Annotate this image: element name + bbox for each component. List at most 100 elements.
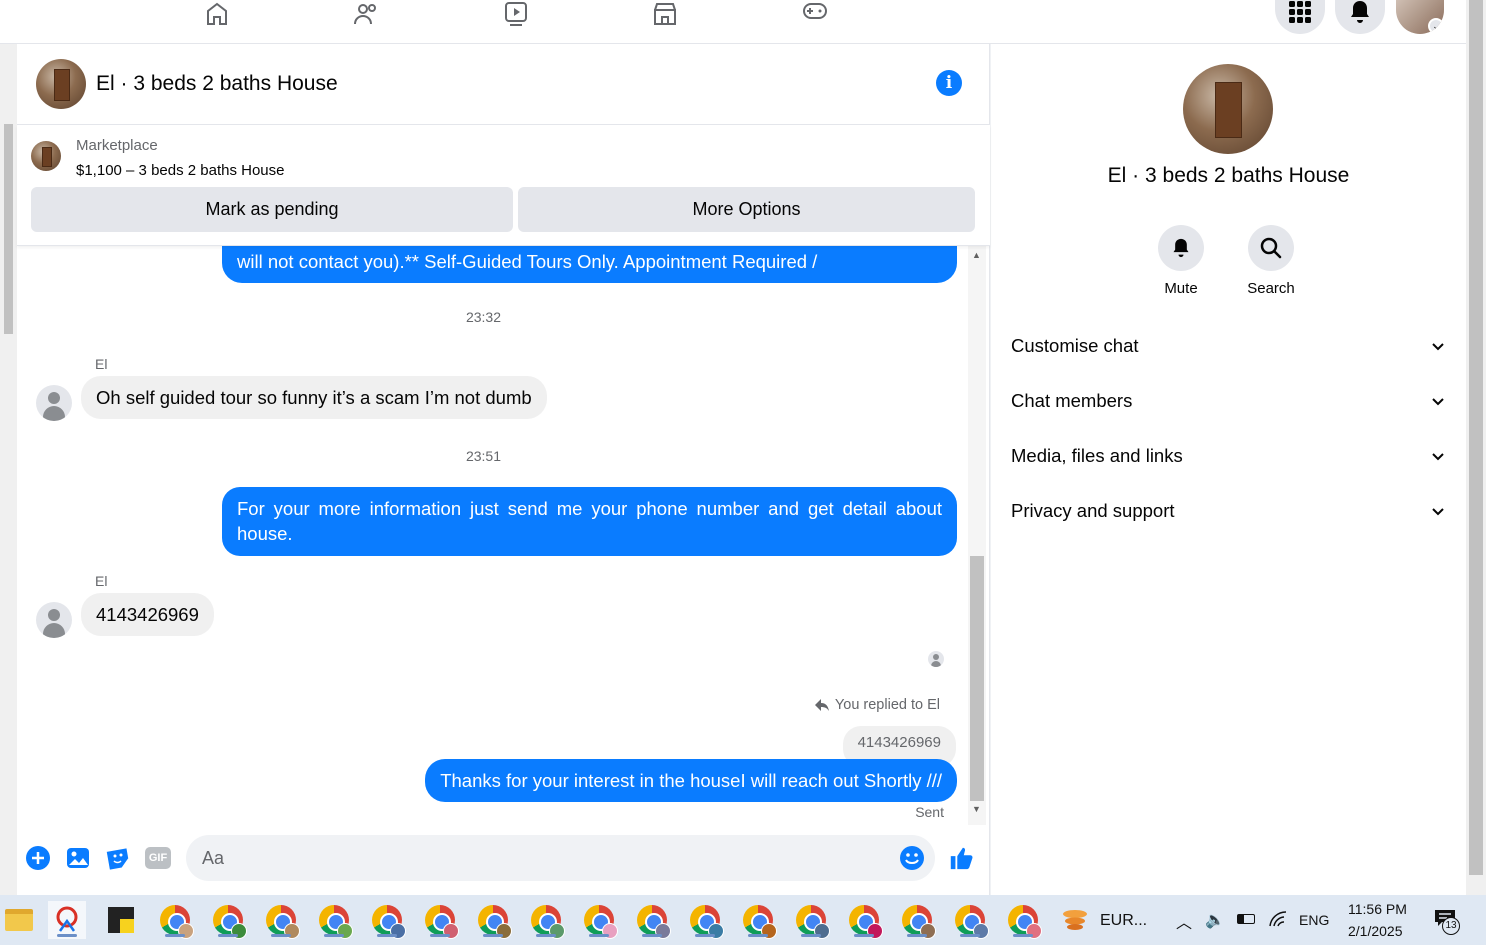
listing-thumbnail[interactable] — [31, 141, 61, 171]
more-options-button[interactable]: More Options — [518, 187, 975, 232]
message-incoming[interactable]: 4143426969 — [81, 593, 214, 636]
seen-receipt-avatar — [928, 651, 944, 667]
notification-center-icon[interactable]: 13 — [1434, 909, 1460, 935]
scroll-down-arrow-icon[interactable]: ▼ — [972, 804, 981, 814]
sticky-notes-icon[interactable] — [102, 901, 140, 939]
battery-icon[interactable] — [1237, 914, 1255, 924]
search-label: Search — [1247, 280, 1295, 297]
user-avatar[interactable] — [36, 385, 72, 421]
menu-grid-icon[interactable] — [1275, 0, 1325, 34]
chrome-profile-icon[interactable] — [156, 901, 194, 939]
message-input[interactable] — [186, 835, 935, 881]
scrollbar-thumb[interactable] — [4, 124, 13, 334]
sender-name: El — [95, 356, 108, 372]
chrome-profile-icon[interactable] — [209, 901, 247, 939]
chrome-profile-icon[interactable] — [262, 901, 300, 939]
message-outgoing[interactable]: Thanks for your interest in the houseI w… — [425, 759, 957, 802]
snipping-tool-icon[interactable] — [48, 901, 86, 939]
reply-note: You replied to El — [814, 697, 940, 713]
bell-icon[interactable] — [1158, 225, 1204, 271]
mark-as-pending-button[interactable]: Mark as pending — [31, 187, 513, 232]
conversation-avatar-large[interactable] — [1183, 64, 1273, 154]
chevron-down-icon — [1432, 398, 1444, 406]
chevron-down-icon — [1432, 343, 1444, 351]
mute-label: Mute — [1164, 280, 1198, 297]
search-icon[interactable] — [1248, 225, 1294, 271]
chrome-profile-icon[interactable] — [368, 901, 406, 939]
marketplace-icon[interactable] — [645, 0, 685, 30]
media-files-links-row[interactable]: Media, files and links — [1011, 441, 1446, 471]
chrome-profile-icon[interactable] — [951, 901, 989, 939]
chrome-profile-icon[interactable] — [315, 901, 353, 939]
reply-arrow-icon — [814, 699, 829, 711]
chat-window: El · 3 beds 2 baths House i Marketplace … — [17, 44, 990, 895]
row-label: Privacy and support — [1011, 500, 1175, 521]
chrome-profile-icon[interactable] — [686, 901, 724, 939]
home-icon[interactable] — [197, 0, 237, 30]
chat-title[interactable]: El · 3 beds 2 baths House — [96, 72, 338, 96]
page-scrollbar[interactable] — [1466, 0, 1486, 895]
chrome-profile-icon[interactable] — [474, 901, 512, 939]
listing-title[interactable]: $1,100 – 3 beds 2 baths House — [76, 162, 285, 179]
clock-date[interactable]: 2/1/2025 — [1348, 923, 1403, 939]
message-list: will not contact you).** Self-Guided Tou… — [17, 246, 990, 825]
composer: GIF — [17, 825, 990, 895]
conversation-details-panel: El · 3 beds 2 baths House Mute Search Cu… — [991, 44, 1466, 895]
weather-icon[interactable] — [1056, 901, 1094, 939]
chrome-profile-icon[interactable] — [898, 901, 936, 939]
marketplace-label: Marketplace — [76, 137, 158, 154]
notification-count-badge: 13 — [1442, 917, 1460, 935]
like-thumb-icon[interactable] — [948, 845, 974, 871]
search-button[interactable]: Search — [1231, 225, 1311, 297]
chevron-down-icon[interactable]: ⌄ — [1428, 18, 1444, 34]
sticker-icon[interactable] — [105, 845, 131, 871]
file-explorer-icon[interactable] — [0, 901, 38, 939]
timestamp: 23:32 — [465, 309, 502, 325]
panel-title: El · 3 beds 2 baths House — [1107, 164, 1350, 187]
page-left-scrollbar[interactable] — [0, 44, 17, 895]
chrome-profile-icon[interactable] — [1004, 901, 1042, 939]
profile-avatar[interactable]: ⌄ — [1396, 0, 1444, 34]
clock-time[interactable]: 11:56 PM — [1348, 901, 1407, 917]
chat-members-row[interactable]: Chat members — [1011, 386, 1446, 416]
weather-text[interactable]: EUR... — [1100, 912, 1147, 930]
message-outgoing[interactable]: For your more information just send me y… — [222, 487, 957, 556]
customise-chat-row[interactable]: Customise chat — [1011, 331, 1446, 361]
notifications-bell-icon[interactable] — [1335, 0, 1385, 34]
conversation-avatar[interactable] — [36, 59, 86, 109]
emoji-icon[interactable] — [899, 845, 925, 871]
messages-scrollbar[interactable]: ▲ ▼ — [968, 246, 986, 825]
chrome-profile-icon[interactable] — [527, 901, 565, 939]
top-navigation: ⌄ — [0, 0, 1466, 44]
scroll-up-arrow-icon[interactable]: ▲ — [972, 250, 981, 260]
chrome-profile-icon[interactable] — [421, 901, 459, 939]
video-icon[interactable] — [496, 0, 536, 30]
volume-icon[interactable]: 🔈 — [1205, 910, 1225, 930]
chevron-down-icon — [1432, 508, 1444, 516]
row-label: Customise chat — [1011, 335, 1139, 356]
chrome-profile-icon[interactable] — [845, 901, 883, 939]
message-incoming[interactable]: Oh self guided tour so funny it’s a scam… — [81, 376, 547, 419]
plus-icon[interactable] — [25, 845, 51, 871]
gif-icon[interactable]: GIF — [145, 845, 171, 871]
user-avatar[interactable] — [36, 602, 72, 638]
chrome-profile-icon[interactable] — [580, 901, 618, 939]
mute-button[interactable]: Mute — [1141, 225, 1221, 297]
reply-note-text: You replied to El — [834, 697, 940, 713]
wifi-icon[interactable] — [1268, 910, 1288, 928]
chrome-profile-icon[interactable] — [633, 901, 671, 939]
chat-header: El · 3 beds 2 baths House i — [17, 44, 990, 125]
scrollbar-thumb[interactable] — [970, 556, 984, 801]
chrome-profile-icon[interactable] — [739, 901, 777, 939]
message-outgoing[interactable]: will not contact you).** Self-Guided Tou… — [222, 246, 957, 283]
gaming-icon[interactable] — [795, 0, 835, 30]
info-icon[interactable]: i — [936, 70, 962, 96]
marketplace-banner: Marketplace $1,100 – 3 beds 2 baths Hous… — [17, 125, 990, 246]
friends-icon[interactable] — [346, 0, 386, 30]
chevron-up-icon[interactable]: ︿ — [1176, 909, 1192, 933]
language-indicator[interactable]: ENG — [1299, 912, 1329, 928]
privacy-support-row[interactable]: Privacy and support — [1011, 496, 1446, 526]
chrome-profile-icon[interactable] — [792, 901, 830, 939]
image-icon[interactable] — [65, 845, 91, 871]
scrollbar-thumb[interactable] — [1469, 0, 1483, 875]
